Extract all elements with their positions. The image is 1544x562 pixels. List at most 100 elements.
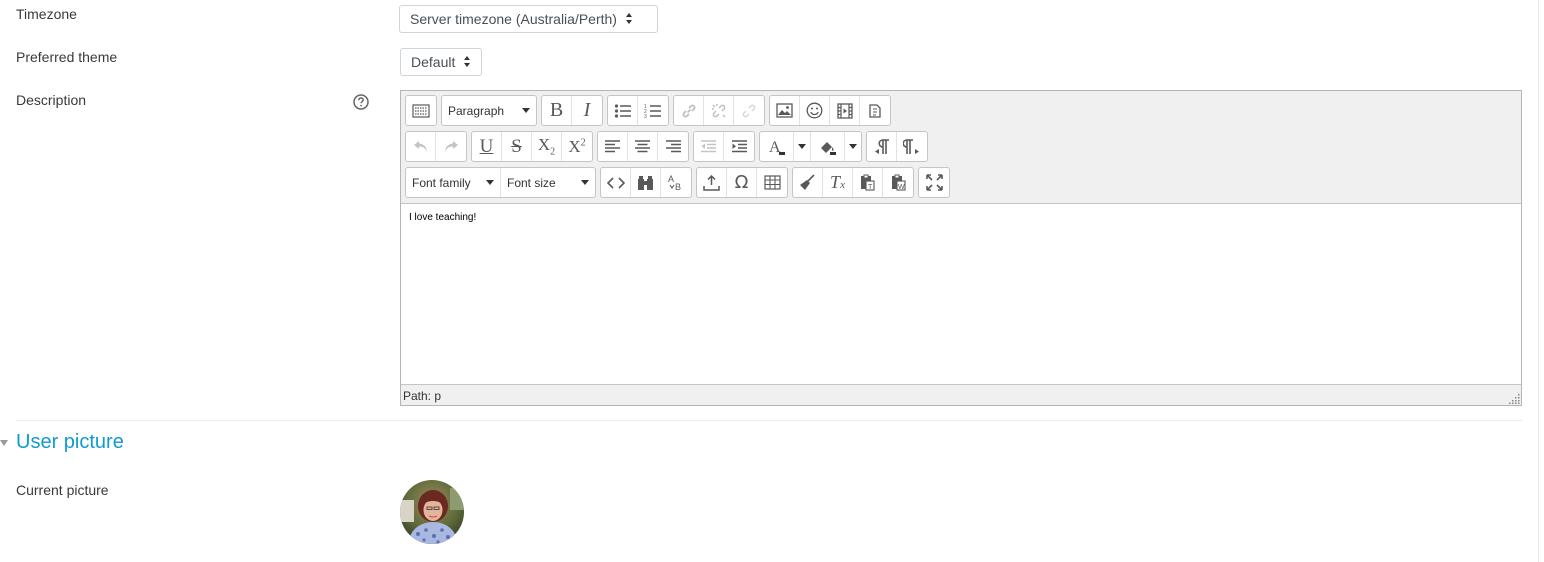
paste-text-button[interactable]: T: [853, 168, 883, 197]
editor-content-text: I love teaching!: [409, 212, 477, 223]
numbered-list-button[interactable]: 1 2 3: [638, 96, 668, 125]
align-center-button[interactable]: [628, 132, 658, 161]
description-label: Description: [16, 92, 87, 108]
redo-button[interactable]: [436, 132, 466, 161]
bullet-list-button[interactable]: [608, 96, 638, 125]
film-icon: [836, 102, 853, 119]
strikethrough-icon: S: [511, 135, 522, 157]
upload-icon: [703, 174, 720, 191]
subscript-icon: X2: [537, 135, 556, 158]
chevron-down-icon: [522, 108, 530, 113]
toolbar-group-clean: Tx T W: [792, 167, 914, 198]
toolbar-group-fonts: Font family Font size: [405, 167, 596, 198]
editor-toolbar-row-2: U S X2 X2 A: [405, 131, 932, 162]
toolbar-group-indent: [693, 131, 755, 162]
special-character-button[interactable]: Ω: [727, 168, 757, 197]
toolbar-group-align: [597, 131, 689, 162]
smiley-icon: [806, 102, 823, 119]
background-color-button[interactable]: [811, 132, 845, 161]
clean-html-button[interactable]: [793, 168, 823, 197]
table-icon: [763, 175, 781, 190]
background-color-dropdown-button[interactable]: [845, 132, 861, 161]
toolbar-toggle-button[interactable]: [406, 96, 436, 125]
svg-text:3: 3: [644, 114, 647, 119]
font-family-label: Font family: [412, 175, 471, 190]
subscript-button[interactable]: X2: [532, 132, 562, 161]
select-arrows-icon: [463, 55, 471, 69]
current-picture-label: Current picture: [16, 482, 109, 498]
section-divider: [16, 420, 1522, 421]
toolbar-group-lists: 1 2 3: [607, 95, 669, 126]
italic-button[interactable]: I: [572, 96, 602, 125]
editor-toolbar-row-3: Font family Font size A B Ω Tx T W: [405, 167, 954, 198]
ltr-paragraph-icon: [874, 138, 889, 154]
broom-icon: [800, 174, 815, 190]
fullscreen-button[interactable]: [919, 168, 949, 197]
preferred-theme-select[interactable]: Default: [400, 48, 482, 76]
rich-text-editor: Paragraph B I 1 2 3 U S X2 X2 A Font fam…: [400, 90, 1522, 406]
table-button[interactable]: [757, 168, 787, 197]
svg-text:T: T: [868, 184, 873, 191]
spellcheck-button[interactable]: A B: [661, 168, 691, 197]
align-left-button[interactable]: [598, 132, 628, 161]
select-arrows-icon: [625, 12, 633, 26]
editor-content-area[interactable]: I love teaching!: [401, 203, 1521, 385]
underline-button[interactable]: U: [472, 132, 502, 161]
link-button[interactable]: [674, 96, 704, 125]
text-color-button[interactable]: A: [760, 132, 794, 161]
toolbar-group-text-decoration: U S X2 X2: [471, 131, 593, 162]
insert-image-button[interactable]: [770, 96, 800, 125]
svg-text:B: B: [675, 182, 681, 191]
indent-button[interactable]: [724, 132, 754, 161]
text-color-dropdown-button[interactable]: [794, 132, 811, 161]
align-right-icon: [665, 139, 681, 152]
clear-formatting-button[interactable]: Tx: [823, 168, 853, 197]
fullscreen-icon: [925, 174, 943, 191]
font-family-dropdown[interactable]: Font family: [406, 168, 501, 197]
manage-files-button[interactable]: [860, 96, 890, 125]
undo-button[interactable]: [406, 132, 436, 161]
collapse-caret-icon[interactable]: [0, 440, 8, 446]
toolbar-group-fullscreen: [918, 167, 950, 198]
keyboard-icon: [412, 103, 430, 118]
question-circle-icon[interactable]: [353, 94, 369, 110]
resize-handle-icon[interactable]: [1508, 392, 1520, 404]
right-to-left-button[interactable]: [897, 132, 927, 161]
source-code-button[interactable]: [601, 168, 631, 197]
toolbar-group-text-style: B I: [541, 95, 603, 126]
svg-text:A: A: [668, 174, 674, 184]
toolbar-group-media: [769, 95, 891, 126]
paragraph-format-dropdown[interactable]: Paragraph: [442, 96, 536, 125]
bullet-list-icon: [614, 103, 631, 118]
chevron-down-icon: [581, 180, 589, 185]
code-icon: [606, 176, 625, 189]
emoticon-button[interactable]: [800, 96, 830, 125]
insert-media-button[interactable]: [830, 96, 860, 125]
superscript-button[interactable]: X2: [562, 132, 592, 161]
paste-word-button[interactable]: W: [883, 168, 913, 197]
rtl-paragraph-icon: [903, 138, 919, 154]
indent-icon: [731, 139, 747, 152]
theme-select-value: Default: [411, 54, 456, 70]
paste-text-icon: T: [861, 174, 875, 191]
paste-word-icon: W: [891, 174, 906, 191]
strikethrough-button[interactable]: S: [502, 132, 532, 161]
toolbar-group-colors: A: [759, 131, 862, 162]
font-size-dropdown[interactable]: Font size: [501, 168, 595, 197]
anchor-button[interactable]: [734, 96, 764, 125]
find-replace-button[interactable]: [631, 168, 661, 197]
insert-button[interactable]: [697, 168, 727, 197]
toolbar-group-direction: [866, 131, 928, 162]
timezone-select-value: Server timezone (Australia/Perth): [410, 11, 617, 27]
outdent-button[interactable]: [694, 132, 724, 161]
timezone-select[interactable]: Server timezone (Australia/Perth): [399, 5, 658, 33]
bold-button[interactable]: B: [542, 96, 572, 125]
page-right-border: [1538, 0, 1539, 562]
user-picture-section-title[interactable]: User picture: [16, 431, 124, 454]
left-to-right-button[interactable]: [867, 132, 897, 161]
chevron-down-icon: [486, 180, 494, 185]
unlink-button[interactable]: [704, 96, 734, 125]
align-right-button[interactable]: [658, 132, 688, 161]
spellcheck-icon: A B: [668, 174, 681, 191]
toolbar-group-tools: A B: [600, 167, 692, 198]
